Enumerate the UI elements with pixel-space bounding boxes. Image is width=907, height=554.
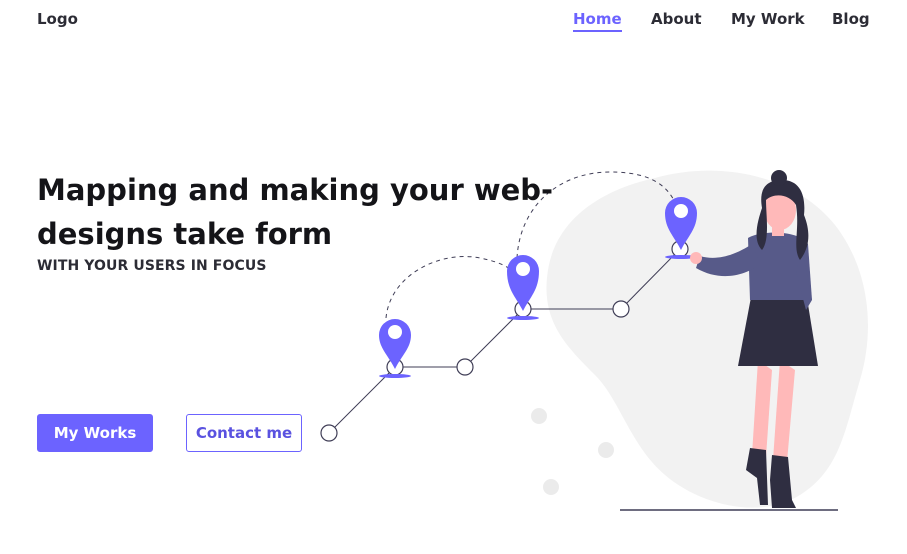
- nav-item-my-work[interactable]: My Work: [731, 10, 805, 28]
- map-pin-icon: [507, 255, 539, 320]
- background-blob: [546, 170, 868, 508]
- decor-dot: [531, 408, 547, 424]
- route-line: [328, 248, 681, 434]
- map-pin-icon: [379, 319, 411, 378]
- route-node: [320, 424, 338, 442]
- route-node: [386, 358, 404, 376]
- route-node: [514, 300, 532, 318]
- nav-item-blog[interactable]: Blog: [832, 10, 870, 28]
- dashed-arc: [385, 256, 521, 319]
- woman-placing-map-pins-illustration: [320, 170, 868, 511]
- nav-item-about[interactable]: About: [651, 10, 702, 28]
- map-pin-icon: [665, 197, 697, 259]
- hero-subtitle: WITH YOUR USERS IN FOCUS: [37, 258, 267, 274]
- contact-me-button[interactable]: Contact me: [186, 414, 302, 452]
- woman-figure: [690, 170, 818, 508]
- route-node: [456, 358, 474, 376]
- decor-dot: [543, 479, 559, 495]
- my-works-button[interactable]: My Works: [37, 414, 153, 452]
- route-node: [612, 300, 630, 318]
- nav-item-home[interactable]: Home: [573, 10, 622, 32]
- main-nav: Home About My Work Blog: [0, 10, 907, 40]
- hero-title: Mapping and making your web-designs take…: [37, 173, 554, 251]
- decor-dot: [598, 442, 614, 458]
- route-node: [671, 240, 689, 258]
- page: Logo Home About My Work Blog Mapping and…: [0, 0, 907, 554]
